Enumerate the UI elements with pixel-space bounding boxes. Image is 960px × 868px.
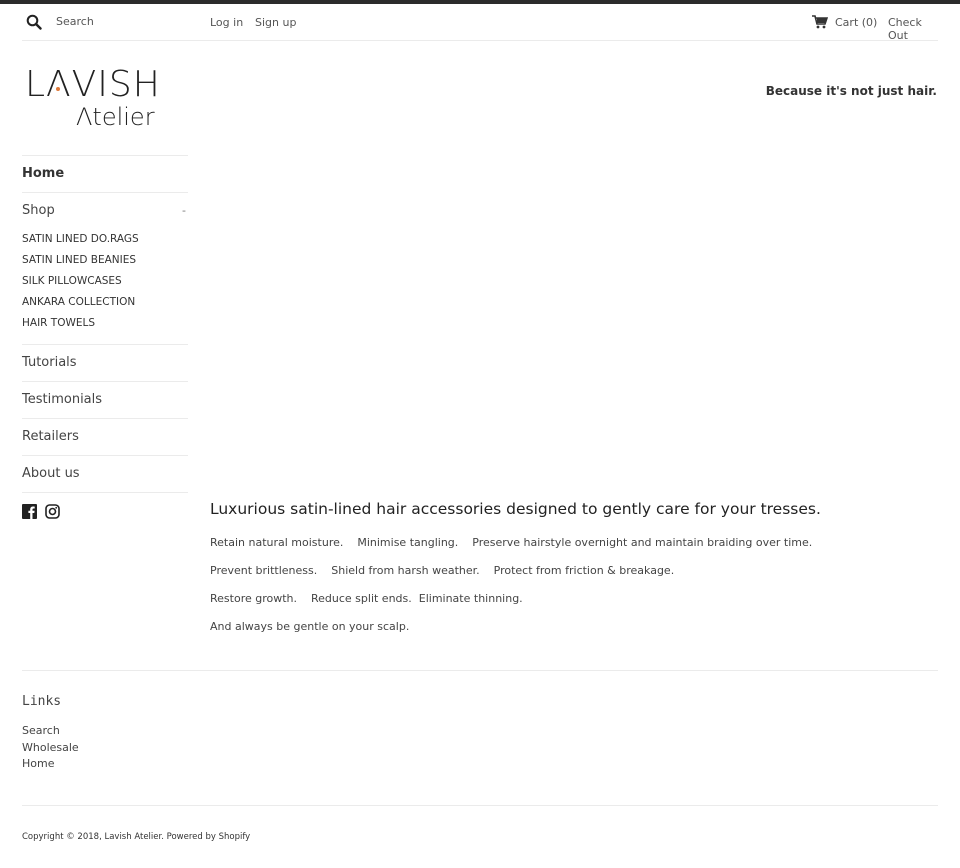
search-icon[interactable] [26,14,42,30]
footer-link-search[interactable]: Search [22,723,79,740]
benefit-line: And always be gentle on your scalp. [210,620,410,633]
nav-divider [22,492,188,493]
tagline: Because it's not just hair. [765,84,937,98]
signup-link[interactable]: Sign up [255,16,296,29]
footer-link-home[interactable]: Home [22,756,79,773]
sidebar-item-tutorials[interactable]: Tutorials [22,344,188,381]
logo-subtitle: Λtelier [76,103,155,131]
sidebar-nav: Home Shop - SATIN LINED DO.RAGS SATIN LI… [22,155,188,519]
sidebar-item-home[interactable]: Home [22,155,188,192]
shop-subnav: SATIN LINED DO.RAGS SATIN LINED BEANIES … [22,229,188,344]
search-input[interactable] [56,12,206,30]
header: Log in Sign up Cart (0) Check Out [22,4,938,42]
login-link[interactable]: Log in [210,16,243,29]
copyright: Copyright © 2018, Lavish Atelier. Powere… [22,832,251,842]
footer-links: Search Wholesale Home [22,723,79,773]
sidebar-item-about[interactable]: About us [22,455,188,492]
logo-wordmark: LΛVISH [25,64,161,105]
benefit-line: Retain natural moisture. Minimise tangli… [210,536,813,549]
sidebar-item-shop[interactable]: Shop - [22,192,188,229]
collapse-toggle[interactable]: - [182,193,186,229]
instagram-icon[interactable] [45,504,60,519]
cart-link[interactable]: Cart (0) [835,16,877,29]
subnav-item[interactable]: SILK PILLOWCASES [22,271,188,292]
subnav-item[interactable]: SATIN LINED BEANIES [22,250,188,271]
logo[interactable]: LΛVISH Λtelier [25,65,160,135]
subnav-item[interactable]: ANKARA COLLECTION [22,292,188,313]
cart-icon[interactable] [812,15,828,29]
footer-links-title: Links [22,694,62,709]
main-content: Luxurious satin-lined hair accessories d… [210,500,938,648]
footer-divider [22,670,938,671]
sidebar-item-retailers[interactable]: Retailers [22,418,188,455]
subnav-item[interactable]: SATIN LINED DO.RAGS [22,229,188,250]
footer-divider [22,805,938,806]
subnav-item[interactable]: HAIR TOWELS [22,313,188,334]
social-links [22,504,188,519]
logo-accent-dot [56,87,60,91]
sidebar-item-testimonials[interactable]: Testimonials [22,381,188,418]
facebook-icon[interactable] [22,504,37,519]
footer-link-wholesale[interactable]: Wholesale [22,740,79,757]
benefit-line: Prevent brittleness. Shield from harsh w… [210,564,675,577]
page-heading: Luxurious satin-lined hair accessories d… [210,500,821,518]
sidebar-item-label: Shop [22,203,55,218]
checkout-link[interactable]: Check Out [888,16,938,42]
benefit-line: Restore growth. Reduce split ends. Elimi… [210,592,523,605]
